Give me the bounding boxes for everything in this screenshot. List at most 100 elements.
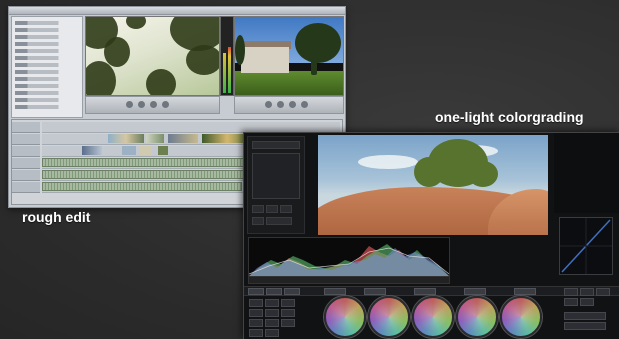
video-clip[interactable] <box>158 146 168 155</box>
bin-item[interactable] <box>15 35 77 39</box>
toolbar-tab[interactable] <box>248 288 264 295</box>
video-clip[interactable] <box>140 146 152 155</box>
slide-canvas: rough edit one-light colorgrading <box>0 0 619 339</box>
record-monitor[interactable] <box>234 16 344 96</box>
control-button[interactable] <box>265 329 279 337</box>
video-clip[interactable] <box>146 134 164 143</box>
control-slider[interactable] <box>564 322 606 330</box>
track-header[interactable] <box>12 122 40 133</box>
track-header[interactable] <box>12 134 40 145</box>
curve-graph <box>560 218 612 274</box>
control-button[interactable] <box>249 309 263 317</box>
bin-item[interactable] <box>15 70 77 74</box>
stop-icon[interactable] <box>150 101 157 108</box>
control-button[interactable] <box>564 298 578 306</box>
toolbar-tab[interactable] <box>414 288 436 295</box>
record-transport-controls[interactable] <box>234 96 344 114</box>
grade-viewer[interactable] <box>318 135 548 235</box>
play-icon[interactable] <box>277 101 284 108</box>
panel-preview[interactable] <box>252 153 300 199</box>
viewer-tree <box>468 161 498 187</box>
color-wheel-icon[interactable] <box>500 296 542 338</box>
control-button[interactable] <box>265 319 279 327</box>
control-button[interactable] <box>249 329 263 337</box>
bin-item[interactable] <box>15 98 77 102</box>
grade-right-buttons[interactable] <box>562 286 618 336</box>
control-button[interactable] <box>249 319 263 327</box>
video-clip[interactable] <box>108 134 144 143</box>
color-wheel-icon[interactable] <box>368 296 410 338</box>
control-button[interactable] <box>249 299 263 307</box>
colorgrading-screenshot <box>243 132 619 339</box>
rewind-icon[interactable] <box>265 101 272 108</box>
foliage-shape <box>186 45 219 75</box>
track-header[interactable] <box>12 170 40 181</box>
bin-item[interactable] <box>15 42 77 46</box>
grade-side-controls[interactable] <box>247 297 307 339</box>
record-grass <box>235 71 343 95</box>
viewer-cloud <box>358 155 418 169</box>
control-button[interactable] <box>281 299 295 307</box>
control-button[interactable] <box>564 288 578 296</box>
video-clip[interactable] <box>122 146 136 155</box>
histogram <box>248 237 450 277</box>
bin-item[interactable] <box>15 49 77 53</box>
panel-button[interactable] <box>280 205 292 213</box>
color-wheel-icon[interactable] <box>456 296 498 338</box>
control-button[interactable] <box>281 319 295 327</box>
control-button[interactable] <box>596 288 610 296</box>
control-slider[interactable] <box>564 312 606 320</box>
control-button[interactable] <box>265 299 279 307</box>
bin-item[interactable] <box>15 91 77 95</box>
stop-icon[interactable] <box>289 101 296 108</box>
bin-item[interactable] <box>15 21 77 25</box>
tree-trunk <box>311 47 317 75</box>
grade-left-panel[interactable] <box>247 136 305 234</box>
panel-header <box>252 141 300 149</box>
color-wheel-icon[interactable] <box>412 296 454 338</box>
toolbar-tab[interactable] <box>324 288 346 295</box>
toolbar-tab[interactable] <box>266 288 282 295</box>
control-button[interactable] <box>281 309 295 317</box>
foliage-shape <box>104 37 130 67</box>
forward-icon[interactable] <box>301 101 308 108</box>
panel-button[interactable] <box>266 217 292 225</box>
caption-rough-edit: rough edit <box>22 209 91 225</box>
viewer-tree <box>414 157 444 187</box>
control-button[interactable] <box>265 309 279 317</box>
video-clip[interactable] <box>168 134 198 143</box>
bin-item[interactable] <box>15 56 77 60</box>
audio-clip[interactable] <box>42 182 242 191</box>
panel-button[interactable] <box>252 205 264 213</box>
record-building <box>241 47 289 73</box>
bin-panel[interactable] <box>11 16 83 118</box>
play-icon[interactable] <box>138 101 145 108</box>
tree-shape <box>295 23 341 63</box>
source-transport-controls[interactable] <box>85 96 220 114</box>
toolbar-tab[interactable] <box>284 288 300 295</box>
toolbar-tab[interactable] <box>364 288 386 295</box>
toolbar-tab[interactable] <box>464 288 486 295</box>
rewind-icon[interactable] <box>126 101 133 108</box>
track-header[interactable] <box>12 182 40 193</box>
track-header[interactable] <box>12 158 40 169</box>
source-monitor[interactable] <box>85 16 220 96</box>
forward-icon[interactable] <box>162 101 169 108</box>
color-wheel-icon[interactable] <box>324 296 366 338</box>
panel-button[interactable] <box>266 205 278 213</box>
bin-item[interactable] <box>15 84 77 88</box>
histogram-graph <box>249 244 449 276</box>
toolbar-tab[interactable] <box>514 288 536 295</box>
grade-right-column <box>554 133 619 213</box>
control-button[interactable] <box>580 288 594 296</box>
histogram-footer <box>248 276 450 284</box>
control-button[interactable] <box>580 298 594 306</box>
panel-button[interactable] <box>252 217 264 225</box>
curve-panel[interactable] <box>559 217 613 275</box>
bin-item[interactable] <box>15 77 77 81</box>
bin-item[interactable] <box>15 28 77 32</box>
track-header[interactable] <box>12 146 40 157</box>
bin-item[interactable] <box>15 105 77 109</box>
bin-item[interactable] <box>15 63 77 67</box>
video-clip[interactable] <box>82 146 102 155</box>
